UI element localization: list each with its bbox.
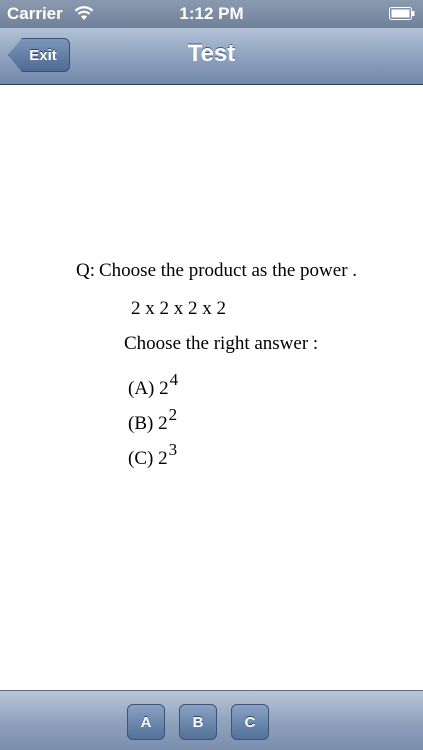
answer-b-button[interactable]: B bbox=[179, 704, 217, 740]
battery-icon bbox=[389, 7, 415, 20]
option-c-exponent: 3 bbox=[168, 440, 178, 459]
question-content: Q: Choose the product as the power . 2 x … bbox=[0, 86, 423, 690]
question-label: Q: bbox=[76, 260, 95, 281]
option-c-base: (C) 2 bbox=[128, 448, 168, 469]
option-a-exponent: 4 bbox=[169, 370, 179, 389]
option-b: (B) 22 bbox=[128, 405, 177, 435]
answer-a-button[interactable]: A bbox=[127, 704, 165, 740]
answer-toolbar: A B C bbox=[0, 690, 423, 750]
status-time: 1:12 PM bbox=[179, 4, 244, 23]
question-text: Choose the product as the power . bbox=[99, 260, 358, 281]
option-a-base: (A) 2 bbox=[128, 378, 169, 399]
answer-c-button[interactable]: C bbox=[231, 704, 269, 740]
navigation-bar: Exit Test bbox=[0, 28, 423, 85]
page-title: Test bbox=[187, 40, 236, 67]
option-b-exponent: 2 bbox=[168, 405, 178, 424]
question-expression: 2 x 2 x 2 x 2 bbox=[131, 298, 226, 319]
option-a: (A) 24 bbox=[128, 370, 178, 400]
status-bar: Carrier 1:12 PM bbox=[0, 0, 423, 28]
option-b-base: (B) 2 bbox=[128, 413, 168, 434]
question-line: Q: Choose the product as the power . bbox=[76, 260, 357, 282]
question-instruction: Choose the right answer : bbox=[124, 333, 319, 354]
option-c: (C) 23 bbox=[128, 440, 177, 470]
